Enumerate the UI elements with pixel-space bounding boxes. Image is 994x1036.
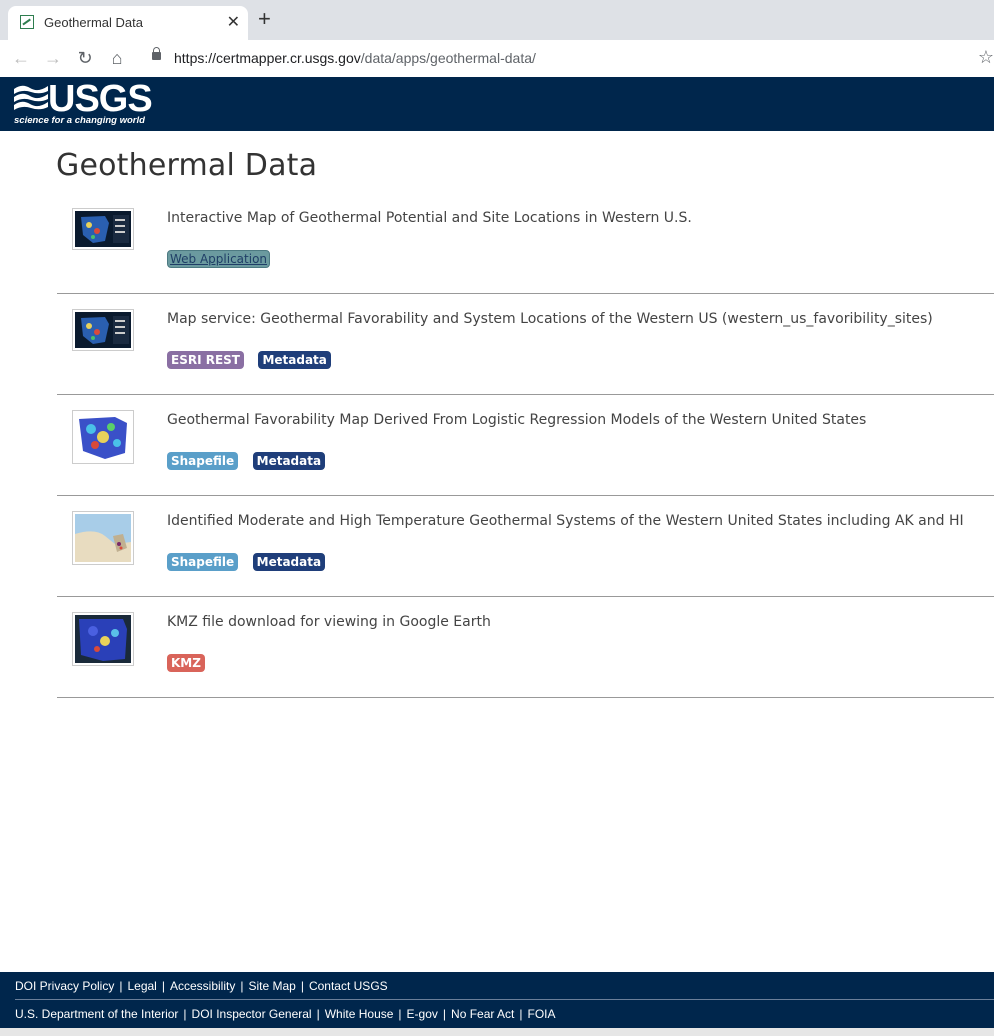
metadata-link[interactable]: Metadata bbox=[258, 351, 331, 369]
list-item: Map service: Geothermal Favorability and… bbox=[57, 294, 994, 395]
thumbnail-image bbox=[72, 410, 134, 464]
footer-link-legal[interactable]: Legal bbox=[127, 979, 156, 993]
usgs-waves-icon bbox=[14, 85, 48, 110]
data-list: Interactive Map of Geothermal Potential … bbox=[57, 193, 994, 698]
kmz-map-icon bbox=[75, 615, 131, 663]
footer-separator: | bbox=[161, 979, 165, 993]
item-title[interactable]: Geothermal Favorability Map Derived From… bbox=[167, 412, 866, 428]
footer-links-primary: DOI Privacy Policy | Legal | Accessibility | S… bbox=[15, 979, 388, 993]
browser-toolbar: ← → ↻ ⌂ https://certmapper.cr.usgs.gov/d… bbox=[0, 40, 994, 78]
reload-icon[interactable]: ↻ bbox=[74, 47, 96, 69]
shapefile-link[interactable]: Shapefile bbox=[167, 452, 239, 470]
footer-links-secondary: U.S. Department of the Interior | DOI Insp… bbox=[15, 1007, 556, 1021]
footer-separator: | bbox=[300, 979, 304, 993]
map-thumbnail-icon bbox=[75, 211, 131, 247]
metadata-link[interactable]: Metadata bbox=[252, 553, 326, 571]
footer-link-no-fear-act[interactable]: No Fear Act bbox=[451, 1007, 514, 1021]
close-icon[interactable]: ✕ bbox=[227, 12, 240, 32]
footer-link-contact[interactable]: Contact USGS bbox=[309, 979, 388, 993]
footer-divider bbox=[15, 999, 994, 1000]
footer-link-doi[interactable]: U.S. Department of the Interior bbox=[15, 1007, 178, 1021]
forward-arrow-icon[interactable]: → bbox=[42, 47, 64, 69]
shapefile-link[interactable]: Shapefile bbox=[167, 553, 239, 571]
list-item: KMZ file download for viewing in Google … bbox=[57, 597, 994, 698]
footer-separator: | bbox=[442, 1007, 447, 1021]
star-icon[interactable]: ☆ bbox=[978, 47, 994, 68]
list-item: Geothermal Favorability Map Derived From… bbox=[57, 395, 994, 496]
footer-link-foia[interactable]: FOIA bbox=[528, 1007, 556, 1021]
address-bar[interactable]: https://certmapper.cr.usgs.gov/data/apps… bbox=[174, 50, 536, 66]
footer-link-privacy[interactable]: DOI Privacy Policy bbox=[15, 979, 114, 993]
item-title[interactable]: Identified Moderate and High Temperature… bbox=[167, 513, 964, 529]
footer-link-accessibility[interactable]: Accessibility bbox=[170, 979, 235, 993]
logo-text: USGS bbox=[48, 78, 153, 120]
footer-separator: | bbox=[316, 1007, 320, 1021]
thumbnail-image bbox=[72, 208, 134, 250]
map-favicon-icon bbox=[20, 15, 34, 29]
footer-separator: | bbox=[183, 1007, 187, 1021]
plus-icon[interactable]: + bbox=[258, 8, 271, 30]
back-arrow-icon[interactable]: ← bbox=[10, 47, 32, 69]
footer-link-inspector-general[interactable]: DOI Inspector General bbox=[192, 1007, 312, 1021]
list-item: Interactive Map of Geothermal Potential … bbox=[57, 193, 994, 294]
usgs-logo[interactable]: USGS science for a changing world bbox=[14, 79, 153, 127]
badge-group: Shapefile Metadata bbox=[167, 452, 335, 470]
list-item: Identified Moderate and High Temperature… bbox=[57, 496, 994, 597]
page-title: Geothermal Data bbox=[56, 148, 318, 183]
home-icon[interactable]: ⌂ bbox=[106, 47, 128, 69]
kmz-link[interactable]: KMZ bbox=[167, 654, 205, 672]
footer-link-white-house[interactable]: White House bbox=[325, 1007, 394, 1021]
favorability-map-icon bbox=[75, 413, 131, 461]
bottom-strip bbox=[0, 1028, 994, 1036]
browser-tab-bar: Geothermal Data ✕ + bbox=[0, 0, 994, 40]
logo-tagline: science for a changing world bbox=[14, 115, 145, 126]
thumbnail-image bbox=[72, 612, 134, 666]
item-title[interactable]: KMZ file download for viewing in Google … bbox=[167, 614, 491, 630]
footer-link-egov[interactable]: E-gov bbox=[407, 1007, 438, 1021]
map-thumbnail-icon bbox=[75, 312, 131, 348]
footer-separator: | bbox=[519, 1007, 523, 1021]
web-application-link[interactable]: Web Application bbox=[167, 250, 271, 268]
item-title[interactable]: Map service: Geothermal Favorability and… bbox=[167, 311, 933, 327]
item-title[interactable]: Interactive Map of Geothermal Potential … bbox=[167, 210, 692, 226]
metadata-link[interactable]: Metadata bbox=[252, 452, 326, 470]
badge-group: KMZ bbox=[167, 654, 215, 672]
thumbnail-image bbox=[72, 309, 134, 351]
badge-group: ESRI REST Metadata bbox=[167, 351, 341, 369]
thumbnail-image bbox=[72, 511, 134, 565]
footer-separator: | bbox=[240, 979, 244, 993]
url-host: https://certmapper.cr.usgs.gov bbox=[174, 50, 361, 66]
browser-tab[interactable]: Geothermal Data ✕ bbox=[8, 6, 248, 40]
badge-group: Shapefile Metadata bbox=[167, 553, 335, 571]
url-path: /data/apps/geothermal-data/ bbox=[360, 50, 536, 66]
systems-map-icon bbox=[75, 514, 131, 562]
badge-group: Web Application bbox=[167, 250, 280, 268]
footer-separator: | bbox=[119, 979, 123, 993]
footer-link-site-map[interactable]: Site Map bbox=[248, 979, 295, 993]
footer-separator: | bbox=[398, 1007, 402, 1021]
tab-title: Geothermal Data bbox=[44, 15, 143, 30]
lock-icon[interactable] bbox=[152, 47, 161, 60]
site-footer: DOI Privacy Policy | Legal | Accessibility | S… bbox=[0, 972, 994, 1028]
site-header: USGS science for a changing world bbox=[0, 77, 994, 131]
esri-rest-link[interactable]: ESRI REST bbox=[167, 351, 244, 369]
